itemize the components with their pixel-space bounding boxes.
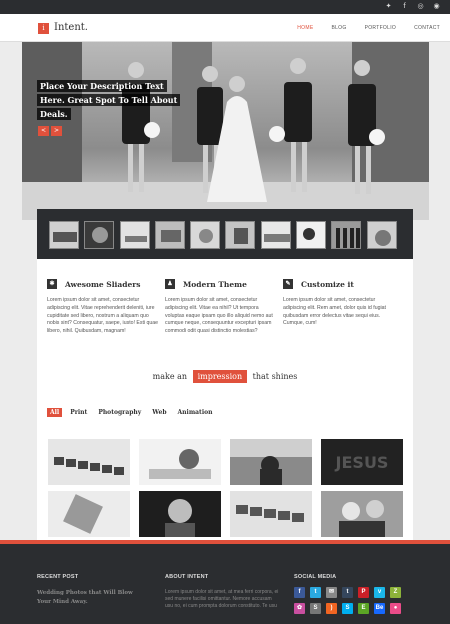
portfolio-item[interactable]	[321, 491, 403, 537]
portfolio-grid: JESUS	[48, 439, 403, 537]
slider-thumbnails	[37, 209, 413, 259]
tagline: make an impression that shines	[37, 370, 413, 383]
pinterest-icon[interactable]: P	[358, 587, 369, 598]
feature-customize: ✎ Customize it Lorem ipsum dolor sit ame…	[283, 279, 395, 328]
tagline-after: that shines	[252, 372, 298, 381]
thumbnail[interactable]	[154, 221, 185, 249]
portfolio-item[interactable]	[230, 439, 312, 485]
footer-heading: RECENT POST	[37, 574, 79, 580]
facebook-icon[interactable]: f	[294, 587, 305, 598]
nav-contact[interactable]: CONTACT	[414, 25, 440, 31]
feature-title-row: ♟ Modern Theme	[165, 279, 277, 289]
tagline-before: make an	[152, 372, 188, 381]
thumbnail[interactable]	[190, 221, 221, 249]
portfolio-filters: All Print Photography Web Animation	[47, 408, 215, 417]
portfolio-item[interactable]	[230, 491, 312, 537]
top-bar: ✦ f ◎ ◉	[0, 0, 450, 14]
vimeo-icon[interactable]: v	[374, 587, 385, 598]
tagline-highlight: impression	[192, 370, 248, 383]
twitter-icon[interactable]: ✦	[385, 3, 392, 10]
dribbble-icon[interactable]: ●	[390, 603, 401, 614]
footer-social: SOCIAL MEDIA f t ✉ t Pv Z ✿ S) S E Be ●	[294, 574, 409, 614]
behance-icon[interactable]: Be	[374, 603, 385, 614]
thumbnail[interactable]	[84, 221, 115, 249]
top-social-links: ✦ f ◎ ◉	[385, 3, 440, 10]
facebook-icon[interactable]: f	[401, 3, 408, 10]
thumbnail[interactable]	[49, 221, 79, 249]
feature-text: Lorem ipsum dolor sit amet, consectetur …	[165, 297, 273, 335]
hero-caption: Place Your Description Text Here. Great …	[37, 79, 182, 121]
thumbnail[interactable]	[225, 221, 256, 249]
zerply-icon[interactable]: Z	[390, 587, 401, 598]
site-header: i Intent. HOME BLOG PORTFOLIO CONTACT	[0, 14, 450, 42]
twitter-icon[interactable]: t	[310, 587, 321, 598]
hero-prev-button[interactable]: <	[38, 126, 49, 136]
feature-text: Lorem ipsum dolor sit amet, consectetur …	[47, 297, 159, 335]
gear-icon: ✱	[47, 279, 57, 289]
tumblr-icon[interactable]: t	[342, 587, 353, 598]
feature-title: Modern Theme	[183, 279, 247, 289]
email-icon[interactable]: ✉	[326, 587, 337, 598]
portfolio-item[interactable]	[48, 439, 130, 485]
nav-portfolio[interactable]: PORTFOLIO	[365, 25, 397, 31]
hero-arrows: < >	[38, 126, 62, 136]
picasa-icon[interactable]: ✿	[294, 603, 305, 614]
hero-slider: Place Your Description Text Here. Great …	[22, 42, 429, 220]
filter-all[interactable]: All	[47, 408, 63, 417]
feature-title-row: ✱ Awesome Sliaders	[47, 279, 159, 289]
nav-home[interactable]: HOME	[297, 25, 313, 31]
rss-icon[interactable]: ◉	[433, 3, 440, 10]
hero-next-button[interactable]: >	[51, 126, 62, 136]
footer-heading: ABOUT INTENT	[165, 574, 209, 580]
filter-photography[interactable]: Photography	[95, 408, 144, 417]
thumbnail[interactable]	[331, 221, 362, 249]
main-nav: HOME BLOG PORTFOLIO CONTACT	[297, 25, 440, 31]
footer-about-text: Lorem ipsum dolor sit amet, at mea ferri…	[165, 589, 279, 609]
svg-text:JESUS: JESUS	[335, 453, 389, 472]
feature-title-row: ✎ Customize it	[283, 279, 395, 289]
dribbble-icon[interactable]: ◎	[417, 3, 424, 10]
portfolio-item[interactable]: JESUS	[321, 439, 403, 485]
rss-icon[interactable]: )	[326, 603, 337, 614]
stumbleupon-icon[interactable]: S	[310, 603, 321, 614]
hero-photo	[22, 42, 429, 220]
content-panel: ✱ Awesome Sliaders Lorem ipsum dolor sit…	[37, 259, 413, 553]
logo-mark[interactable]: i	[38, 23, 49, 34]
feature-title: Customize it	[301, 279, 354, 289]
filter-animation[interactable]: Animation	[175, 408, 216, 417]
thumbnail[interactable]	[296, 221, 327, 249]
user-icon: ♟	[165, 279, 175, 289]
feature-text: Lorem ipsum dolor sit amet, consectetur …	[283, 297, 386, 327]
nav-blog[interactable]: BLOG	[331, 25, 346, 31]
pencil-icon: ✎	[283, 279, 293, 289]
filter-web[interactable]: Web	[149, 408, 169, 417]
skype-icon[interactable]: S	[342, 603, 353, 614]
footer-about: ABOUT INTENT Lorem ipsum dolor sit amet,…	[165, 574, 280, 610]
portfolio-item[interactable]	[48, 491, 130, 537]
site-footer: RECENT POST Wedding Photos that Will Blo…	[0, 544, 450, 624]
hero-caption-text: Place Your Description Text Here. Great …	[37, 80, 181, 120]
portfolio-item[interactable]	[139, 439, 221, 485]
social-icons: f t ✉ t Pv Z ✿ S) S E Be ●	[294, 587, 409, 614]
feature-modern-theme: ♟ Modern Theme Lorem ipsum dolor sit ame…	[165, 279, 277, 336]
recent-post-link[interactable]: Wedding Photos that Will Blow Your Mind …	[37, 589, 147, 607]
thumbnail[interactable]	[119, 221, 150, 249]
filter-print[interactable]: Print	[67, 408, 90, 417]
thumbnail[interactable]	[260, 221, 291, 249]
thumbnail[interactable]	[366, 221, 397, 249]
feature-sliders: ✱ Awesome Sliaders Lorem ipsum dolor sit…	[47, 279, 159, 336]
logo-text[interactable]: Intent.	[54, 22, 88, 33]
evernote-icon[interactable]: E	[358, 603, 369, 614]
footer-heading: SOCIAL MEDIA	[294, 574, 337, 580]
portfolio-item[interactable]	[139, 491, 221, 537]
feature-title: Awesome Sliaders	[65, 279, 141, 289]
footer-recent-post: RECENT POST Wedding Photos that Will Blo…	[37, 574, 147, 607]
